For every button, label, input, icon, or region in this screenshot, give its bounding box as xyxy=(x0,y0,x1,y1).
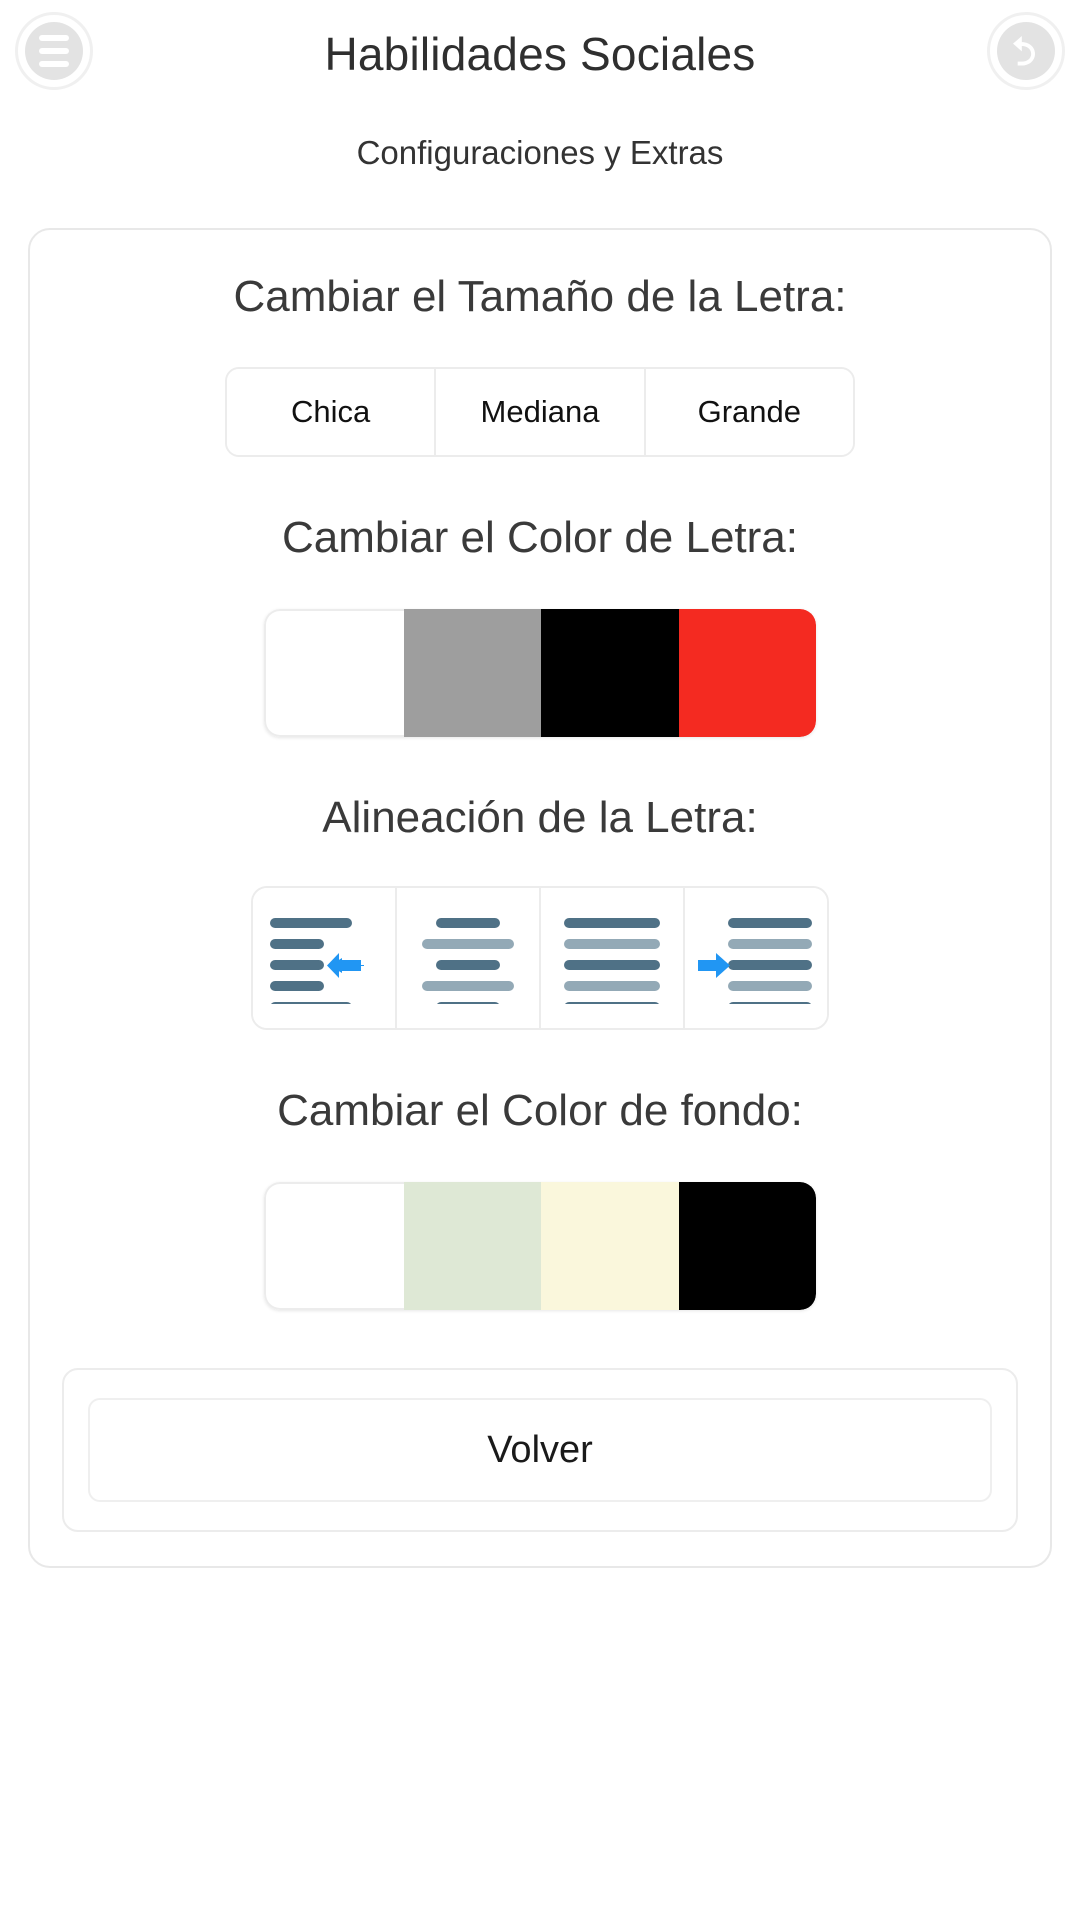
background-color-swatches xyxy=(264,1182,816,1311)
alignment-option-justify[interactable] xyxy=(541,887,685,1028)
hamburger-bar xyxy=(39,35,69,41)
alignment-option-left[interactable] xyxy=(253,887,397,1028)
app-header: Habilidades Sociales xyxy=(0,0,1080,108)
hamburger-bar xyxy=(39,48,69,54)
menu-button[interactable] xyxy=(15,12,93,90)
alignment-section-title: Alineación de la Letra: xyxy=(322,793,758,843)
text-color-section-title: Cambiar el Color de Letra: xyxy=(281,512,798,562)
page-title: Habilidades Sociales xyxy=(324,28,756,80)
font-size-option-chica[interactable]: Chica xyxy=(227,368,437,455)
alignment-option-right-indent[interactable] xyxy=(685,887,827,1028)
subtitle-wrap: Configuraciones y Extras xyxy=(0,134,1080,172)
volver-button[interactable]: Volver xyxy=(88,1398,992,1503)
undo-back-arrow-icon xyxy=(997,22,1055,80)
background-color-swatch-pale-yellow[interactable] xyxy=(541,1182,679,1311)
text-color-swatch-black[interactable] xyxy=(541,609,679,738)
alignment-control xyxy=(251,885,829,1030)
background-color-swatch-pale-green[interactable] xyxy=(403,1182,541,1311)
hamburger-menu-icon xyxy=(25,22,83,80)
text-color-swatch-gray[interactable] xyxy=(403,609,541,738)
settings-card: Cambiar el Tamaño de la Letra: Chica Med… xyxy=(28,228,1052,1569)
align-left-icon xyxy=(270,917,364,1004)
font-size-section-title: Cambiar el Tamaño de la Letra: xyxy=(233,272,847,321)
align-center-icon xyxy=(422,917,514,1004)
text-color-swatch-white[interactable] xyxy=(264,609,404,738)
text-color-swatches xyxy=(264,609,816,738)
background-color-swatch-white[interactable] xyxy=(264,1182,404,1311)
font-size-option-grande[interactable]: Grande xyxy=(645,368,853,455)
settings-screen: Habilidades Sociales Configuraciones y E… xyxy=(0,0,1080,1920)
background-color-section-title: Cambiar el Color de fondo: xyxy=(277,1085,803,1135)
page-subtitle: Configuraciones y Extras xyxy=(356,134,724,171)
font-size-option-mediana[interactable]: Mediana xyxy=(436,368,646,455)
hamburger-bar xyxy=(39,61,69,67)
font-size-segmented-control: Chica Mediana Grande xyxy=(225,366,855,457)
text-color-swatch-red[interactable] xyxy=(678,609,816,738)
align-right-indent-icon xyxy=(698,917,812,1004)
back-button[interactable] xyxy=(987,12,1065,90)
align-justify-icon xyxy=(564,917,660,1004)
back-button-container: Volver xyxy=(62,1368,1018,1533)
background-color-swatch-black[interactable] xyxy=(678,1182,816,1311)
alignment-option-center[interactable] xyxy=(397,887,541,1028)
